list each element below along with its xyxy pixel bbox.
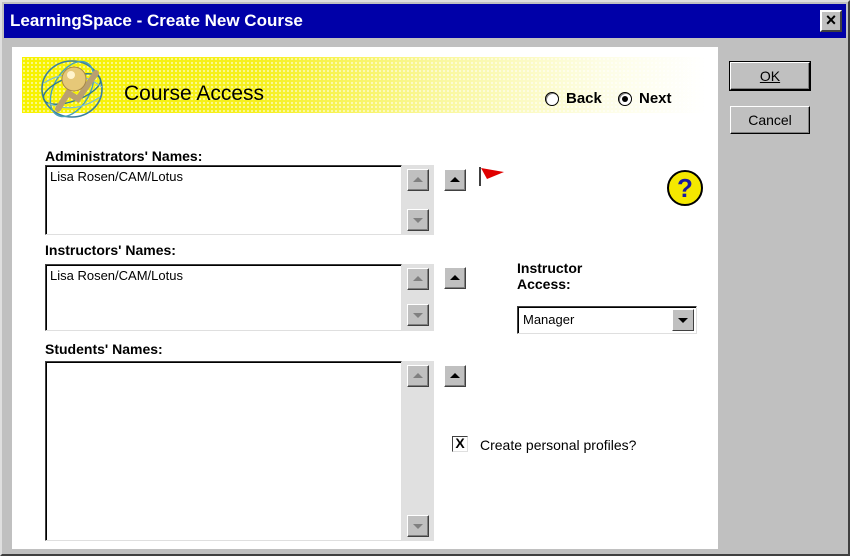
instructors-address-button[interactable] xyxy=(444,267,466,289)
back-radio-circle[interactable] xyxy=(545,91,559,106)
instructor-access-value: Manager xyxy=(523,312,575,327)
learningspace-logo-icon xyxy=(41,60,103,118)
flag-icon xyxy=(479,167,504,186)
next-radio-circle[interactable] xyxy=(618,91,632,106)
administrators-value: Lisa Rosen/CAM/Lotus xyxy=(50,169,183,184)
dialog-window: LearningSpace - Create New Course × Cour… xyxy=(0,0,850,556)
administrators-scrollbar[interactable] xyxy=(402,165,434,235)
administrators-field[interactable]: Lisa Rosen/CAM/Lotus xyxy=(45,165,402,235)
instructor-access-select[interactable]: Manager xyxy=(517,306,697,334)
section-banner: Course Access Back Next xyxy=(22,57,706,113)
administrators-scroll-down-button[interactable] xyxy=(407,209,429,231)
create-profiles-label: Create personal profiles? xyxy=(480,437,637,453)
instructors-label: Instructors' Names: xyxy=(45,242,176,258)
close-icon: × xyxy=(825,10,837,30)
students-scroll-down-button[interactable] xyxy=(407,515,429,537)
window-title: LearningSpace - Create New Course xyxy=(10,11,303,30)
administrators-scroll-up-button[interactable] xyxy=(407,169,429,191)
ok-label: OK xyxy=(759,68,781,84)
svg-text:?: ? xyxy=(677,173,693,203)
checkbox-mark-icon: X xyxy=(455,435,465,451)
next-label: Next xyxy=(639,90,672,107)
students-scroll-up-button[interactable] xyxy=(407,365,429,387)
instructors-scroll-up-button[interactable] xyxy=(407,268,429,290)
administrators-label: Administrators' Names: xyxy=(45,148,203,164)
chevron-down-icon[interactable] xyxy=(672,309,694,331)
students-label: Students' Names: xyxy=(45,341,163,357)
students-field[interactable] xyxy=(45,361,402,541)
back-label: Back xyxy=(566,90,602,107)
instructors-scroll-down-button[interactable] xyxy=(407,304,429,326)
instructor-access-label: Instructor Access: xyxy=(517,260,583,292)
students-scrollbar[interactable] xyxy=(402,361,434,541)
students-address-button[interactable] xyxy=(444,365,466,387)
instructors-value: Lisa Rosen/CAM/Lotus xyxy=(50,268,183,283)
administrators-address-button[interactable] xyxy=(444,169,466,191)
help-icon[interactable]: ? xyxy=(666,169,704,207)
instructors-field[interactable]: Lisa Rosen/CAM/Lotus xyxy=(45,264,402,331)
back-radio[interactable]: Back xyxy=(545,90,602,107)
cancel-label: Cancel xyxy=(748,112,792,128)
section-title: Course Access xyxy=(124,82,265,105)
close-button[interactable]: × xyxy=(820,10,842,32)
instructors-scrollbar[interactable] xyxy=(402,264,434,331)
next-radio[interactable]: Next xyxy=(618,90,672,107)
course-access-panel: Course Access Back Next ? Administrators… xyxy=(12,47,718,549)
title-bar[interactable]: LearningSpace - Create New Course × xyxy=(4,4,846,38)
create-profiles-checkbox[interactable]: X xyxy=(452,436,468,452)
ok-button[interactable]: OK xyxy=(729,61,811,91)
cancel-button[interactable]: Cancel xyxy=(730,106,810,134)
